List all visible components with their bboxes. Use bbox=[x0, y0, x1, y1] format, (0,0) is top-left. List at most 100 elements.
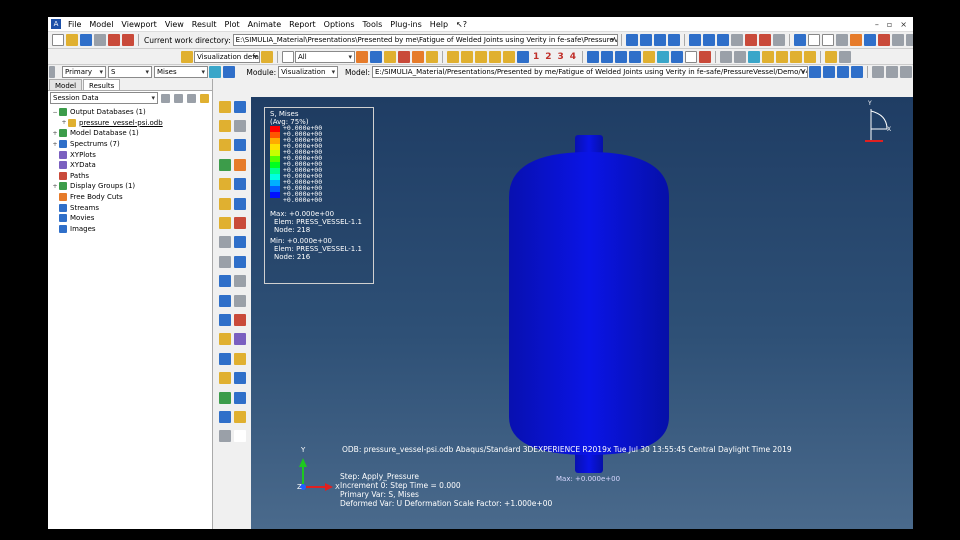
tree-item[interactable]: Images bbox=[52, 224, 212, 235]
next-model-icon[interactable] bbox=[837, 66, 849, 78]
last-model-icon[interactable] bbox=[851, 66, 863, 78]
display-option-icon[interactable] bbox=[734, 50, 747, 63]
toolbox-tool-icon[interactable] bbox=[219, 275, 231, 288]
saved-view-4-button[interactable]: 4 bbox=[567, 52, 579, 62]
selection-option-icon[interactable] bbox=[412, 50, 424, 63]
toolbox-tool-icon[interactable] bbox=[219, 158, 231, 171]
saved-view-1-button[interactable]: 1 bbox=[530, 52, 542, 62]
print-icon[interactable] bbox=[94, 34, 106, 46]
toolbox-tool-icon[interactable] bbox=[219, 139, 231, 152]
tab-results[interactable]: Results bbox=[83, 79, 121, 90]
menu-options[interactable]: Options bbox=[320, 17, 359, 32]
tree-item[interactable]: XYPlots bbox=[52, 149, 212, 160]
render-mode-icon[interactable] bbox=[671, 50, 684, 63]
toolbox-tool-icon[interactable] bbox=[219, 197, 231, 210]
toolbox-tool-icon[interactable] bbox=[234, 372, 246, 385]
redo-icon[interactable] bbox=[891, 34, 904, 46]
text-annotation-icon[interactable] bbox=[685, 50, 698, 63]
menu-plot[interactable]: Plot bbox=[221, 17, 244, 32]
auto-fit-icon[interactable] bbox=[758, 34, 771, 46]
saved-view-3-button[interactable]: 3 bbox=[555, 52, 567, 62]
tree-item[interactable]: Streams bbox=[52, 202, 212, 213]
toolbox-tool-icon[interactable] bbox=[234, 197, 246, 210]
save-icon[interactable] bbox=[80, 34, 92, 46]
axis-view-icon[interactable] bbox=[475, 50, 487, 63]
box-zoom-icon[interactable] bbox=[744, 34, 757, 46]
rotate-icon[interactable] bbox=[702, 34, 715, 46]
tree-expand-icon[interactable]: + bbox=[61, 119, 67, 126]
display-option-icon[interactable] bbox=[762, 50, 775, 63]
new-file-icon[interactable] bbox=[52, 34, 64, 46]
collapse-all-icon[interactable] bbox=[187, 93, 196, 103]
first-model-icon[interactable] bbox=[809, 66, 821, 78]
tree-item[interactable]: + Spectrums (7) bbox=[52, 139, 212, 150]
menu-plugins[interactable]: Plug-ins bbox=[386, 17, 426, 32]
toolbox-tool-icon[interactable] bbox=[219, 255, 231, 268]
tree-item[interactable]: − Output Databases (1) bbox=[52, 107, 212, 118]
menu-result[interactable]: Result bbox=[188, 17, 221, 32]
play-icon[interactable] bbox=[653, 34, 666, 46]
lightbulb-icon[interactable] bbox=[200, 93, 209, 103]
toolbox-tool-icon[interactable] bbox=[234, 391, 246, 404]
output-type-select[interactable]: Primary bbox=[62, 66, 106, 78]
hidden-lines-icon[interactable] bbox=[835, 34, 848, 46]
undo-icon[interactable] bbox=[877, 34, 890, 46]
toolbox-tool-icon[interactable] bbox=[219, 391, 231, 404]
open-folder-icon[interactable] bbox=[66, 34, 78, 46]
toolbox-tool-icon[interactable] bbox=[219, 313, 231, 326]
toolbox-tool-icon[interactable] bbox=[219, 236, 231, 249]
saved-view-2-button[interactable]: 2 bbox=[542, 52, 554, 62]
tree-expand-icon[interactable]: − bbox=[52, 109, 58, 116]
toolbox-tool-icon[interactable] bbox=[234, 158, 246, 171]
select-arrow-icon[interactable] bbox=[282, 50, 294, 63]
zoom-icon[interactable] bbox=[730, 34, 743, 46]
menu-file[interactable]: File bbox=[64, 17, 85, 32]
selection-option-icon[interactable] bbox=[398, 50, 410, 63]
toolbox-tool-icon[interactable] bbox=[234, 275, 246, 288]
toolbox-tool-icon[interactable] bbox=[234, 430, 246, 443]
previous-model-icon[interactable] bbox=[823, 66, 835, 78]
filter-icon[interactable] bbox=[161, 93, 170, 103]
visualization-defaults-select[interactable]: Visualization defaults bbox=[194, 50, 260, 63]
tree-expand-icon[interactable]: + bbox=[52, 183, 58, 190]
toolbox-tool-icon[interactable] bbox=[234, 333, 246, 346]
toolbox-tool-icon[interactable] bbox=[234, 410, 246, 423]
render-mode-icon[interactable] bbox=[587, 50, 600, 63]
movie-icon[interactable] bbox=[900, 66, 912, 78]
selection-option-icon[interactable] bbox=[370, 50, 382, 63]
previous-frame-icon[interactable] bbox=[639, 34, 652, 46]
toolbox-tool-icon[interactable] bbox=[234, 352, 246, 365]
options-icon[interactable] bbox=[261, 50, 273, 63]
tree-item[interactable]: + Display Groups (1) bbox=[52, 181, 212, 192]
render-mode-icon[interactable] bbox=[657, 50, 670, 63]
toolbox-tool-icon[interactable] bbox=[219, 217, 231, 230]
view-manipulation-icon[interactable] bbox=[863, 34, 876, 46]
export-icon[interactable] bbox=[108, 34, 120, 46]
field-output-dialog-icon[interactable] bbox=[209, 66, 221, 78]
expand-all-icon[interactable] bbox=[174, 93, 183, 103]
work-directory-field[interactable]: E:\SIMULIA_Material\Presentations\Presen… bbox=[232, 34, 618, 46]
model-select[interactable]: E:/SIMULIA_Material/Presentations/Presen… bbox=[372, 66, 808, 78]
render-mode-icon[interactable] bbox=[615, 50, 628, 63]
selection-option-icon[interactable] bbox=[356, 50, 368, 63]
refresh-icon[interactable] bbox=[905, 34, 913, 46]
tree-item[interactable]: Movies bbox=[52, 213, 212, 224]
print-viewport-icon[interactable] bbox=[872, 66, 884, 78]
selection-filter-select[interactable]: All bbox=[295, 50, 355, 63]
display-option-icon[interactable] bbox=[790, 50, 803, 63]
session-data-select[interactable]: Session Data bbox=[50, 92, 158, 104]
toolbox-tool-icon[interactable] bbox=[219, 410, 231, 423]
render-mode-icon[interactable] bbox=[601, 50, 614, 63]
tree-item[interactable]: + Model Database (1) bbox=[52, 128, 212, 139]
toolbox-tool-icon[interactable] bbox=[219, 178, 231, 191]
graphics-viewport[interactable]: S, Mises (Avg: 75%) +0.000e+00 +0.000e+00… bbox=[251, 97, 913, 529]
toolbox-tool-icon[interactable] bbox=[219, 352, 231, 365]
toolbox-tool-icon[interactable] bbox=[219, 372, 231, 385]
axis-view-icon[interactable] bbox=[489, 50, 501, 63]
display-option-icon[interactable] bbox=[748, 50, 761, 63]
menu-help[interactable]: Help bbox=[426, 17, 452, 32]
axis-view-icon[interactable] bbox=[447, 50, 459, 63]
tree-expand-icon[interactable]: + bbox=[52, 141, 58, 148]
toolbox-tool-icon[interactable] bbox=[234, 313, 246, 326]
toolbox-tool-icon[interactable] bbox=[234, 236, 246, 249]
